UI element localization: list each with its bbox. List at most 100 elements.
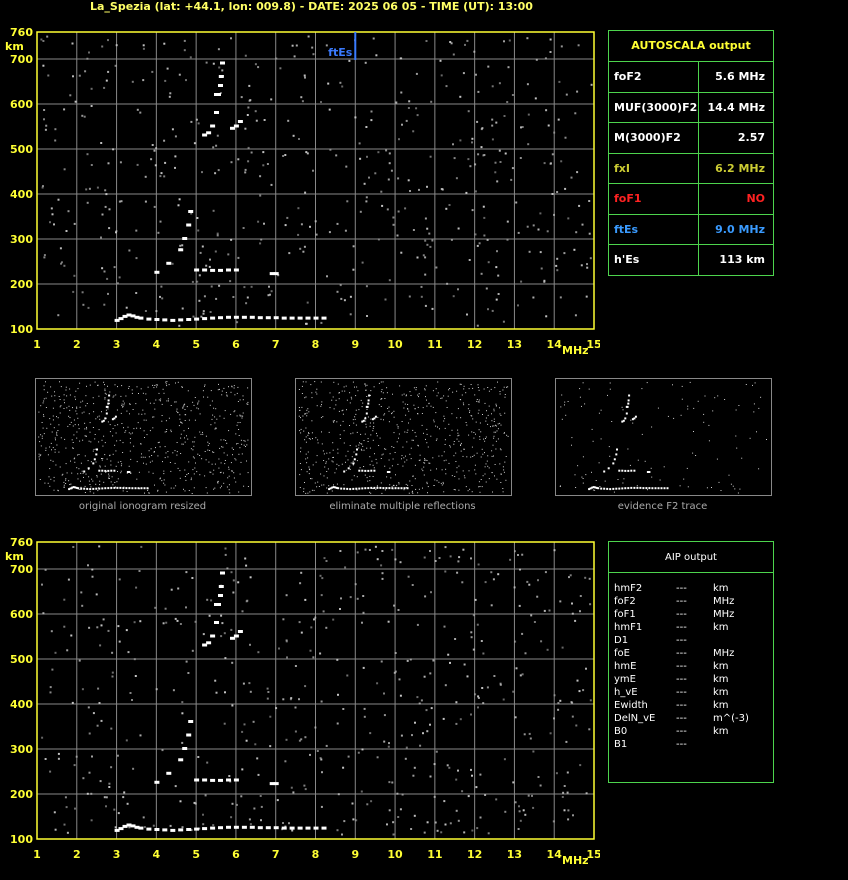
noise-point bbox=[133, 621, 136, 624]
thumb-noise bbox=[736, 447, 738, 449]
thumb-noise bbox=[302, 415, 304, 417]
noise-point bbox=[526, 225, 529, 228]
noise-point bbox=[449, 555, 452, 558]
noise-point bbox=[214, 250, 217, 253]
thumb-noise bbox=[497, 423, 499, 425]
thumb-trace-point bbox=[367, 402, 370, 405]
thumbnail-evidence-f2 bbox=[555, 378, 772, 496]
thumb-noise bbox=[205, 487, 207, 489]
thumb-noise bbox=[68, 480, 70, 482]
thumb-noise bbox=[239, 422, 241, 423]
noise-point bbox=[555, 772, 558, 775]
noise-point bbox=[282, 698, 285, 701]
thumb-noise bbox=[299, 474, 301, 476]
thumb-noise bbox=[443, 415, 445, 417]
thumb-noise bbox=[136, 478, 138, 480]
noise-point bbox=[108, 782, 111, 785]
noise-point bbox=[220, 614, 223, 617]
noise-point bbox=[408, 295, 411, 298]
thumb-noise bbox=[317, 439, 319, 441]
noise-point bbox=[481, 687, 484, 689]
thumb-noise bbox=[234, 410, 236, 412]
thumb-noise bbox=[241, 443, 243, 445]
noise-point bbox=[466, 39, 469, 42]
thumb-noise bbox=[496, 478, 498, 480]
thumb-noise bbox=[338, 392, 340, 394]
noise-point bbox=[508, 39, 511, 42]
noise-point bbox=[101, 45, 104, 48]
noise-point bbox=[298, 621, 301, 624]
thumb-noise bbox=[161, 420, 163, 422]
thumb-noise bbox=[148, 450, 150, 452]
thumb-noise bbox=[345, 455, 347, 457]
thumb-noise bbox=[672, 384, 673, 386]
thumb-noise bbox=[422, 470, 424, 472]
thumb-noise bbox=[211, 418, 213, 420]
thumb-noise bbox=[68, 405, 70, 407]
thumb-noise bbox=[308, 411, 310, 413]
y-axis-label: km bbox=[5, 550, 24, 563]
thumb-noise bbox=[687, 408, 689, 410]
thumb-noise bbox=[43, 414, 44, 416]
thumb-noise bbox=[317, 442, 319, 444]
noise-point bbox=[512, 690, 515, 693]
thumb-noise bbox=[692, 452, 694, 454]
thumb-noise bbox=[456, 471, 458, 473]
noise-point bbox=[400, 734, 403, 737]
thumb-noise bbox=[310, 384, 312, 386]
thumb-noise bbox=[63, 394, 65, 396]
thumb-noise bbox=[380, 391, 382, 393]
thumb-noise bbox=[72, 407, 73, 409]
noise-point bbox=[293, 55, 296, 58]
noise-point bbox=[518, 810, 521, 813]
noise-point bbox=[340, 597, 342, 600]
noise-point bbox=[187, 672, 190, 674]
noise-point bbox=[98, 545, 101, 548]
autoscala-row: M(3000)F2 2.57 bbox=[609, 123, 773, 154]
noise-point bbox=[105, 805, 107, 808]
thumb-noise bbox=[40, 445, 42, 447]
noise-point bbox=[476, 324, 479, 327]
thumb-trace-point bbox=[625, 405, 628, 408]
thumb-trace-point bbox=[607, 467, 610, 470]
thumb-trace-point bbox=[104, 487, 107, 490]
noise-point bbox=[354, 583, 357, 586]
thumb-noise bbox=[495, 424, 496, 426]
thumb-noise bbox=[476, 400, 478, 402]
noise-point bbox=[585, 792, 588, 795]
noise-point bbox=[426, 227, 429, 230]
noise-point bbox=[285, 738, 288, 741]
thumb-noise bbox=[458, 440, 460, 442]
thumb-noise bbox=[238, 429, 240, 430]
noise-point bbox=[73, 222, 76, 225]
thumb-noise bbox=[160, 398, 162, 400]
thumb-noise bbox=[396, 441, 398, 443]
thumb-trace-point bbox=[639, 486, 642, 489]
noise-point bbox=[266, 687, 269, 690]
thumb-noise bbox=[460, 442, 462, 444]
thumb-noise bbox=[144, 456, 146, 458]
thumb-noise bbox=[398, 433, 400, 435]
noise-point bbox=[376, 558, 379, 561]
noise-point bbox=[314, 726, 317, 729]
thumb-noise bbox=[479, 438, 481, 440]
noise-point bbox=[579, 610, 581, 613]
thumb-noise bbox=[502, 488, 504, 489]
noise-point bbox=[310, 626, 313, 629]
noise-point bbox=[135, 586, 138, 589]
thumb-noise bbox=[63, 486, 65, 488]
thumb-noise bbox=[298, 407, 300, 408]
trace-point-f2_upper bbox=[220, 571, 225, 575]
thumb-noise bbox=[121, 423, 123, 424]
noise-point bbox=[139, 734, 142, 737]
noise-point bbox=[244, 171, 247, 174]
thumb-noise bbox=[404, 403, 406, 405]
noise-point bbox=[444, 684, 447, 687]
thumb-noise bbox=[355, 424, 357, 426]
thumb-noise bbox=[473, 437, 475, 439]
thumb-trace-point bbox=[394, 487, 397, 490]
thumb-noise bbox=[378, 404, 380, 406]
noise-point bbox=[47, 74, 50, 77]
thumb-noise bbox=[84, 455, 86, 457]
thumb-noise bbox=[351, 398, 353, 400]
